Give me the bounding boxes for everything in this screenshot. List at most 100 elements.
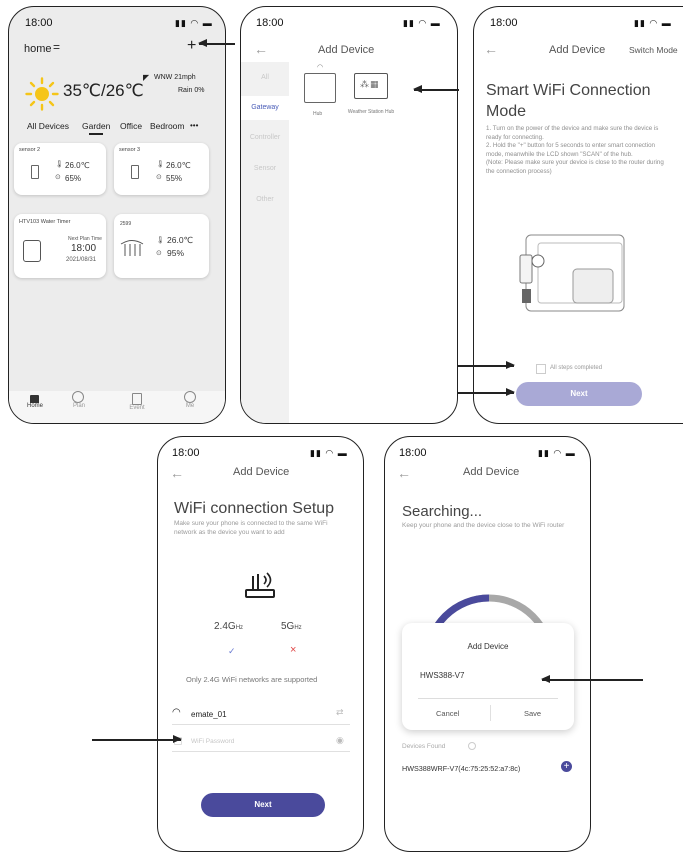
category-controller[interactable]: Controller [241,134,289,141]
back-icon[interactable]: ← [254,41,268,57]
tab-plan[interactable]: Plan [59,391,99,409]
thermometer-icon: 🌡 [156,237,165,244]
tab-me-label: Me [185,403,195,409]
annotation-arrow [541,676,643,682]
sun-icon [25,77,59,111]
wifi-setup-heading: WiFi connection Setup [174,500,335,517]
router-icon [245,572,275,598]
tab-home[interactable]: Home [15,395,55,409]
room-tab-office[interactable]: Office [120,121,142,131]
searching-heading: Searching... [402,503,483,520]
loading-spinner-icon [468,742,476,750]
wifi-ssid-field[interactable]: emate_01 [191,710,227,719]
check-icon: ✓ [228,646,236,656]
device-item-hub[interactable]: ◠ Hub [299,63,339,123]
status-time: 18:00 [172,447,200,459]
home-icon [30,395,39,403]
device-card-weather-station[interactable]: 2599 🌡 26.0℃ ⊙ 95% [114,214,209,278]
tab-home-label: Home [26,403,43,409]
category-gateway[interactable]: Gateway [241,104,289,111]
weather-station-icon [120,240,144,256]
wind-readout: WNW 21mph [154,74,196,81]
add-device-icon[interactable]: + [187,37,196,55]
device-temp: 26.0℃ [166,161,191,170]
device-item-weather-station-hub[interactable]: ⁂▦ Weather Station Hub [346,69,396,129]
tab-plan-label: Plan [72,403,85,409]
category-all[interactable]: All [241,74,289,81]
room-tab-all[interactable]: All Devices [27,121,69,131]
hub-icon [304,73,336,103]
home-title[interactable]: home [24,43,52,55]
switch-mode-link[interactable]: Switch Mode [629,45,678,55]
device-item-label: Weather Station Hub [347,109,395,115]
switch-network-icon[interactable]: ⇄ [336,707,344,718]
status-time: 18:00 [256,17,284,29]
status-icons: ▮▮ ◠ ▬ [175,18,213,28]
room-tab-more[interactable]: ••• [190,121,198,130]
device-name-input[interactable]: HWS388-V7 [420,671,464,680]
device-card-sensor2[interactable]: sensor 2 🌡 26.0℃ ⊙ 65% [14,143,106,195]
category-other[interactable]: Other [241,196,289,203]
station-humidity: 95% [167,248,185,258]
status-icons: ▮▮ ◠ ▬ [538,448,576,458]
grid-icon: ⁂▦ [360,79,380,89]
timer-date: 2021/08/31 [66,257,97,263]
next-button[interactable]: Next [516,382,642,406]
humidity-icon: ⊙ [55,174,61,181]
back-icon[interactable]: ← [484,41,498,57]
page-title: Add Device [463,466,520,478]
room-tab-bedroom[interactable]: Bedroom [150,121,185,131]
device-name: HTV103 Water Timer [19,219,71,225]
timer-label: Next Plan Time [68,236,102,242]
tab-me[interactable]: Me [170,391,210,409]
humidity-icon: ⊙ [156,174,162,181]
show-password-eye-icon[interactable]: ◉ [336,735,344,746]
status-icons: ▮▮ ◠ ▬ [310,448,348,458]
menu-icon[interactable]: = [53,40,60,54]
station-temp: 26.0℃ [167,235,194,245]
timer-icon [72,391,84,403]
steps-completed-checkbox[interactable] [536,364,546,374]
searching-description: Keep your phone and the device close to … [402,522,565,529]
add-found-device-icon[interactable]: + [561,761,572,772]
tab-event[interactable]: Event [117,393,157,411]
back-icon[interactable]: ← [397,465,411,481]
wifi-setup-screen: 18:00 ▮▮ ◠ ▬ ← Add Device WiFi connectio… [157,436,364,852]
tab-bar: Home Plan Event Me [9,391,225,423]
room-tab-indicator [89,133,103,135]
device-item-label: Hub [313,111,323,117]
device-card-sensor3[interactable]: sensor 3 🌡 26.0℃ ⊙ 55% [114,143,209,195]
next-button[interactable]: Next [201,793,325,817]
dialog-cancel-button[interactable]: Cancel [436,709,459,718]
device-card-water-timer[interactable]: HTV103 Water Timer Next Plan Time 18:00 … [14,214,106,278]
wifi-band-note: Only 2.4G WiFi networks are supported [186,675,318,684]
wifi-password-input[interactable]: WiFi Password [191,738,234,745]
room-tab-garden[interactable]: Garden [82,121,110,131]
wind-icon: ◤ [143,73,150,82]
steps-completed-label: All steps completed [550,365,603,371]
input-underline [418,698,558,699]
status-time: 18:00 [25,17,53,29]
device-name: sensor 2 [19,147,41,153]
back-icon[interactable]: ← [170,465,184,481]
band-5-value: 5G [281,621,295,632]
dialog-divider [490,705,491,721]
category-sensor[interactable]: Sensor [241,165,289,172]
hub-illustration [519,234,625,312]
instructions: 1. Turn on the power of the device and m… [486,125,672,177]
device-name: 2599 [120,221,132,227]
found-device-item[interactable]: HWS388WRF-V7(4c:75:25:52:a7:8c) [402,764,520,773]
status-time: 18:00 [490,17,518,29]
device-humidity: 65% [65,174,82,183]
dialog-save-button[interactable]: Save [524,709,541,718]
add-device-screen: 18:00 ▮▮ ◠ ▬ ← Add Device All Gateway Co… [240,6,458,424]
annotation-arrow [198,40,235,46]
annotation-arrow [457,362,515,368]
band-5-unit: Hz [294,625,302,631]
band-24-value: 2.4G [214,621,236,632]
annotation-arrow [413,86,459,92]
dialog-title: Add Device [467,642,509,651]
annotation-arrow [457,389,515,395]
temperature-readout: 35℃/26℃ [63,81,144,100]
mode-heading: Smart WiFi Connection Mode [486,82,651,120]
